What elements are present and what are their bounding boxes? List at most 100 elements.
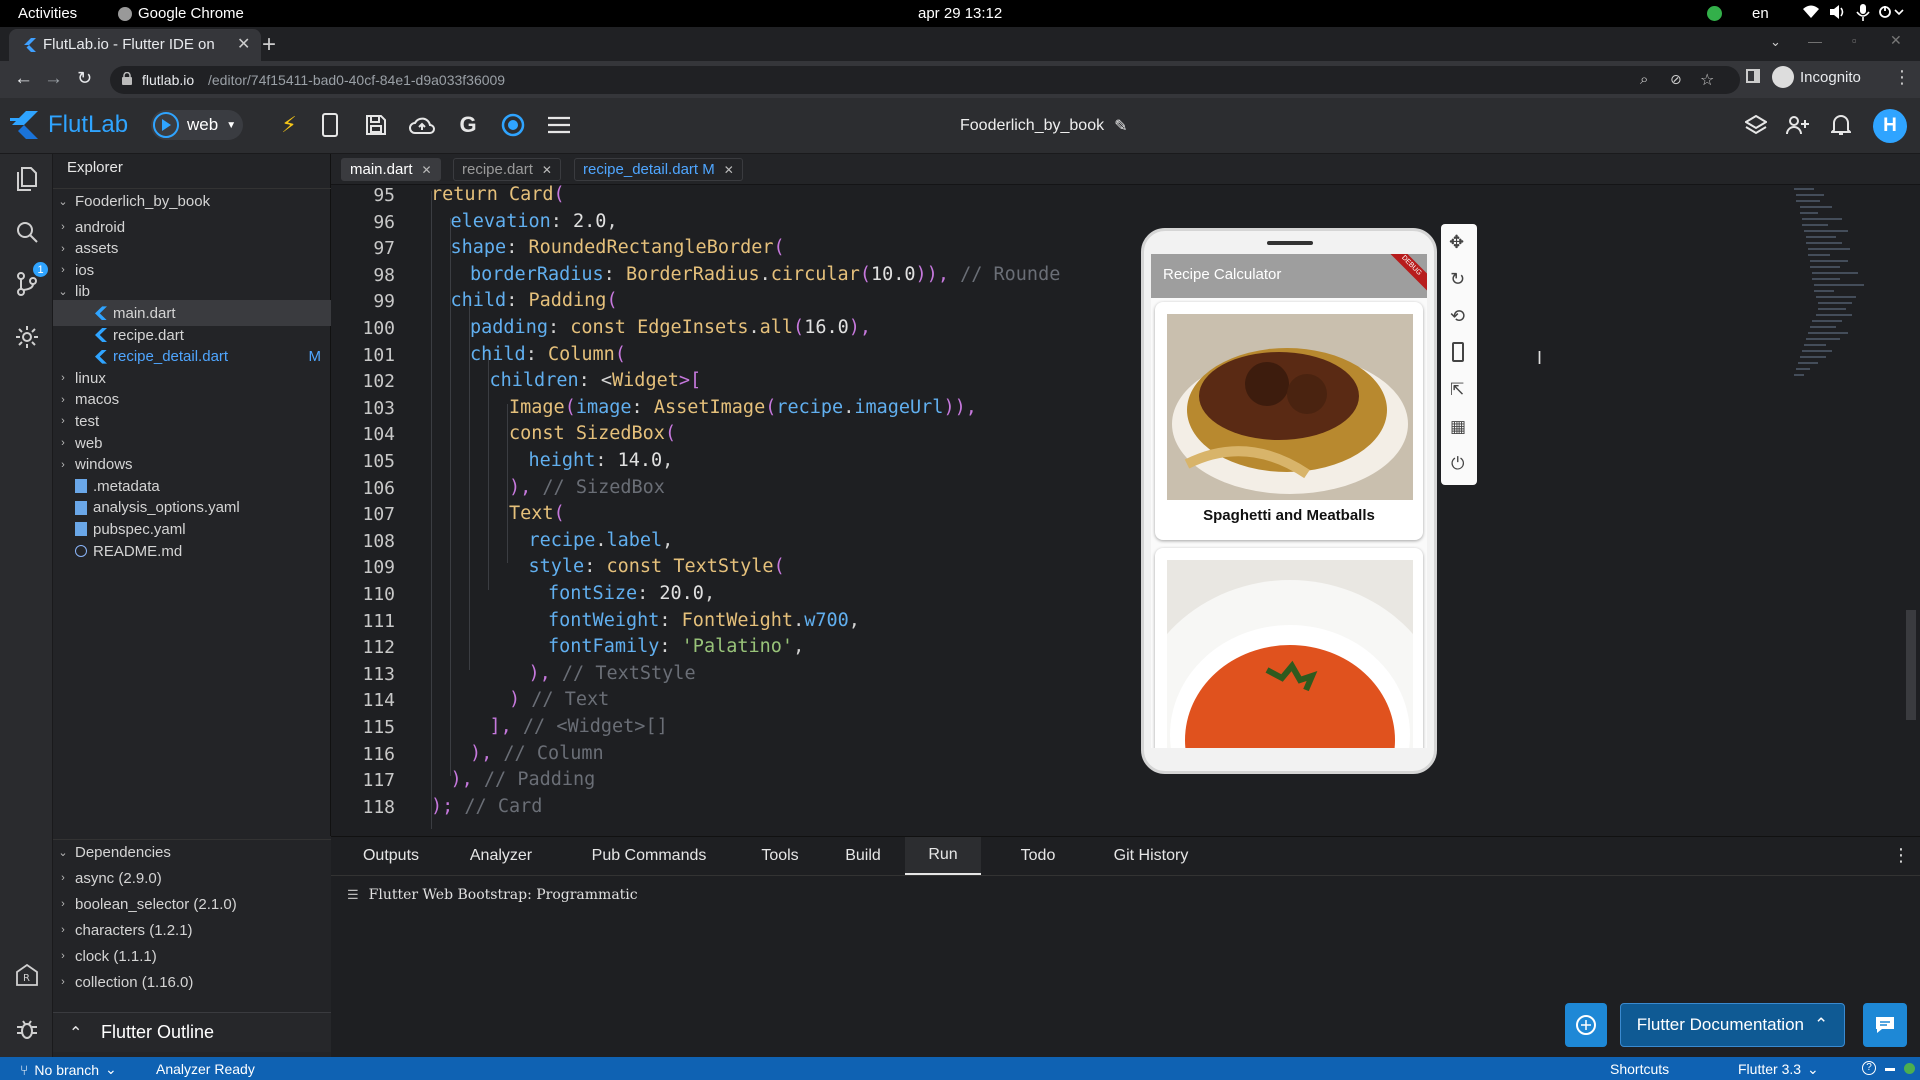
new-tab-button[interactable]: + <box>262 31 276 59</box>
zoom-icon[interactable]: ⌕ <box>1640 71 1648 88</box>
tab-search-icon[interactable]: ⌄ <box>1770 34 1781 50</box>
back-icon[interactable]: ← <box>14 68 33 90</box>
power-menu-icon[interactable] <box>1878 4 1904 20</box>
editor-tab[interactable]: recipe.dart ✕ <box>453 158 561 181</box>
bottom-tab-build[interactable]: Build <box>833 837 893 875</box>
files-icon[interactable] <box>12 164 42 194</box>
tree-root[interactable]: ⌄ Fooderlich_by_book <box>53 188 331 214</box>
dependency-item[interactable]: › async (2.9.0) <box>53 865 331 891</box>
bottom-tab-git-history[interactable]: Git History <box>1091 837 1211 875</box>
editor-tab[interactable]: recipe_detail.dart M ✕ <box>574 158 743 181</box>
recipe-card[interactable] <box>1155 548 1423 748</box>
dependency-label: characters (1.2.1) <box>75 921 193 939</box>
tracking-protection-icon[interactable]: ⊘ <box>1670 71 1682 88</box>
close-tab-icon[interactable]: ✕ <box>542 163 552 177</box>
bottom-tab-todo[interactable]: Todo <box>1003 837 1073 875</box>
close-tab-icon[interactable]: ✕ <box>724 163 734 177</box>
save-icon[interactable] <box>361 110 391 140</box>
volume-icon[interactable] <box>1828 4 1846 20</box>
settings-gear-icon[interactable] <box>12 322 42 352</box>
close-window-button[interactable]: ✕ <box>1890 32 1902 49</box>
bottom-tab-analyzer[interactable]: Analyzer <box>451 837 551 875</box>
device-icon[interactable] <box>315 110 345 140</box>
help-icon[interactable]: ? <box>1862 1061 1876 1075</box>
reload-icon[interactable]: ↻ <box>77 68 92 89</box>
run-icon[interactable] <box>153 112 179 138</box>
recipe-list[interactable]: Spaghetti and Meatballs <box>1151 298 1427 748</box>
browser-tab[interactable]: FlutLab.io - Flutter IDE on ✕ <box>9 29 261 61</box>
dependency-item[interactable]: › boolean_selector (2.1.0) <box>53 891 331 917</box>
layers-icon[interactable] <box>1741 110 1771 140</box>
recipe-card[interactable]: Spaghetti and Meatballs <box>1155 302 1423 540</box>
indent-guide <box>507 403 508 564</box>
code-content[interactable]: return Card(elevation: 2.0, shape: Rounde… <box>419 185 1139 836</box>
bottom-tab-run[interactable]: Run <box>905 837 981 875</box>
qr-code-icon[interactable]: ▦ <box>1450 417 1466 437</box>
close-tab-icon[interactable]: ✕ <box>237 34 250 54</box>
hamburger-menu-icon[interactable] <box>544 110 574 140</box>
side-panel-icon[interactable] <box>1746 69 1760 83</box>
user-avatar[interactable]: H <box>1873 109 1907 143</box>
microphone-icon[interactable] <box>1856 4 1870 21</box>
chevron-right-icon: › <box>61 458 65 471</box>
rotate-device-icon[interactable]: ⟲ <box>1450 306 1465 327</box>
firebase-icon[interactable] <box>498 110 528 140</box>
editor-scrollbar[interactable] <box>1906 610 1916 720</box>
browser-menu-icon[interactable]: ⋮ <box>1893 67 1911 88</box>
minimap[interactable] <box>1790 185 1908 425</box>
activities-button[interactable]: Activities <box>18 5 77 22</box>
dependency-label: async (2.9.0) <box>75 869 162 887</box>
bottom-tab-pub-commands[interactable]: Pub Commands <box>573 837 725 875</box>
panel-more-icon[interactable]: ⋮ <box>1892 845 1910 866</box>
shortcuts-link[interactable]: Shortcuts <box>1610 1061 1669 1077</box>
power-icon[interactable]: ⏻ <box>1451 454 1464 474</box>
close-tab-icon[interactable]: ✕ <box>422 163 432 177</box>
debug-bug-icon[interactable] <box>12 1014 42 1044</box>
open-external-icon[interactable]: ⇱ <box>1450 380 1464 400</box>
analyzer-status[interactable]: Analyzer Ready <box>156 1061 255 1077</box>
chat-button[interactable] <box>1863 1003 1907 1047</box>
google-icon[interactable]: G <box>453 110 483 140</box>
run-target-selector[interactable]: web ▼ <box>151 110 243 140</box>
code-line: fontWeight: FontWeight.w700, <box>548 609 860 631</box>
flutter-documentation-button[interactable]: Flutter Documentation ⌃ <box>1620 1003 1845 1047</box>
dependency-item[interactable]: › collection (1.16.0) <box>53 969 331 995</box>
flutter-outline-header[interactable]: ⌃ Flutter Outline <box>53 1012 331 1052</box>
project-title[interactable]: Fooderlich_by_book ✎ <box>960 116 1128 136</box>
hot-reload-icon[interactable]: ⚡ <box>274 110 304 140</box>
address-bar[interactable]: flutlab.io /editor/74f15411-bad0-40cf-84… <box>110 66 1740 94</box>
dependencies-header[interactable]: ⌄ Dependencies <box>53 839 331 865</box>
add-user-icon[interactable] <box>1783 110 1813 140</box>
search-icon[interactable] <box>12 217 42 247</box>
cloud-upload-icon[interactable] <box>407 110 437 140</box>
feedback-icon[interactable]: ▬ <box>1885 1063 1895 1074</box>
r-badge-icon[interactable]: R <box>12 960 42 990</box>
bookmark-star-icon[interactable]: ☆ <box>1700 70 1714 90</box>
dependency-item[interactable]: › clock (1.1.1) <box>53 943 331 969</box>
move-icon[interactable]: ✥ <box>1449 232 1464 253</box>
wifi-icon[interactable] <box>1802 4 1820 20</box>
minimize-button[interactable]: — <box>1808 33 1822 49</box>
ai-assistant-button[interactable] <box>1565 1003 1607 1047</box>
refresh-icon[interactable]: ↻ <box>1450 269 1465 290</box>
tree-item-label: .metadata <box>93 477 160 495</box>
branch-selector[interactable]: ⑂ No branch ⌄ <box>20 1061 117 1078</box>
clock[interactable]: apr 29 13:12 <box>918 5 1002 22</box>
device-frame-icon[interactable] <box>1452 342 1464 362</box>
app-menu[interactable]: Google Chrome <box>118 5 244 22</box>
bottom-tab-outputs[interactable]: Outputs <box>349 837 433 875</box>
tree-file[interactable]: README.md <box>53 538 331 564</box>
flutter-version-selector[interactable]: Flutter 3.3 ⌄ <box>1738 1061 1819 1078</box>
language-indicator[interactable]: en <box>1752 5 1769 22</box>
incognito-profile[interactable]: Incognito <box>1772 66 1861 88</box>
maximize-button[interactable]: ▫ <box>1852 33 1857 48</box>
dependency-item[interactable]: › characters (1.2.1) <box>53 917 331 943</box>
device-preview[interactable]: Recipe Calculator DEBUG Spaghetti and Me… <box>1141 228 1437 774</box>
flutlab-logo[interactable]: FlutLab <box>10 110 128 140</box>
edit-pencil-icon[interactable]: ✎ <box>1114 116 1127 136</box>
forward-icon[interactable]: → <box>44 68 63 90</box>
bottom-tab-tools[interactable]: Tools <box>741 837 819 875</box>
editor-tab[interactable]: main.dart ✕ <box>341 158 441 181</box>
notifications-bell-icon[interactable] <box>1826 110 1856 140</box>
code-line: height: 14.0, <box>528 450 674 471</box>
